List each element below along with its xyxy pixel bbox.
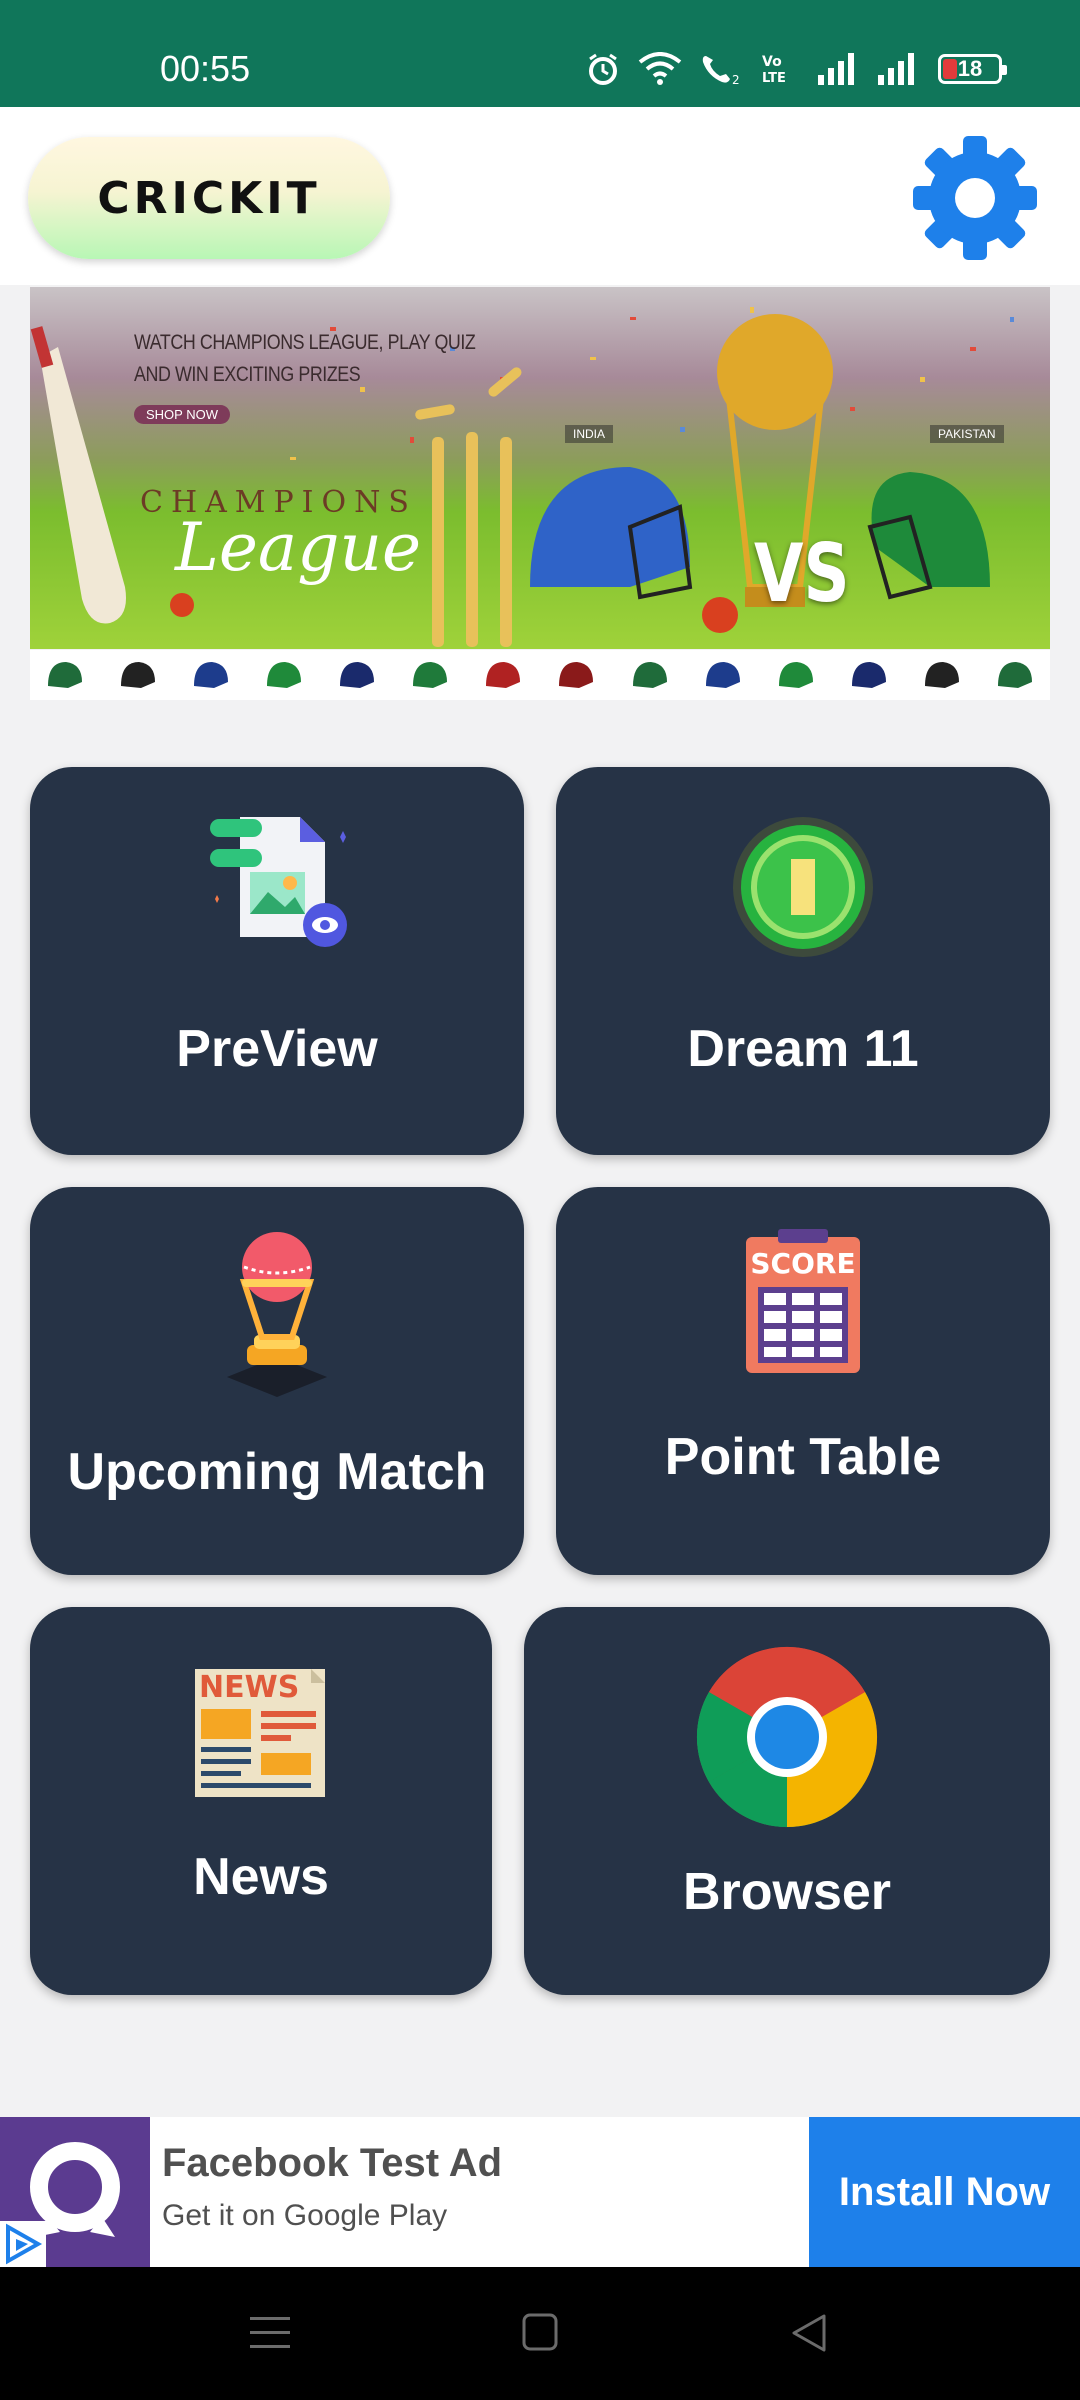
upcoming-match-card[interactable]: Upcoming Match [30,1187,524,1575]
menu-grid: PreView Dream 11 Upcoming Match SCORE Po… [0,705,1080,2117]
news-card[interactable]: NEWS News [30,1607,492,1995]
app-logo[interactable]: CRICKIT [28,137,390,259]
browser-card[interactable]: Browser [524,1607,1050,1995]
ad-subtitle: Get it on Google Play [162,2199,448,2232]
promo-banner[interactable]: WATCH CHAMPIONS LEAGUE, PLAY QUIZ AND WI… [30,287,1050,649]
point-table-label: Point Table [664,1428,942,1486]
news-word: NEWS [199,1670,299,1705]
news-label: News [193,1848,329,1906]
battery-level: 18 [957,56,983,81]
battery-fill [943,59,957,79]
team-left-label: INDIA [565,425,614,443]
helmet-icon [44,654,86,696]
preview-label: PreView [176,1020,378,1078]
helmet-icon [629,654,671,696]
helmet-icon [336,654,378,696]
document-preview-icon [210,817,347,947]
ad-choices-button[interactable] [0,2221,46,2267]
helmet-icon [482,654,524,696]
upcoming-match-label: Upcoming Match [67,1443,487,1501]
dream11-label: Dream 11 [687,1020,919,1078]
helmet-icon [775,654,817,696]
scoreboard-icon: SCORE [746,1229,860,1373]
svg-text:Vo: Vo [762,54,782,70]
wifi-calling-icon: 2 [700,52,744,86]
helmet-icon [190,654,232,696]
banner-line-1: WATCH CHAMPIONS LEAGUE, PLAY QUIZ [134,331,476,354]
status-icons: 2 Vo LTE 18 [586,52,1007,86]
score-word: SCORE [750,1247,855,1280]
helmet-icon [263,654,305,696]
ad-choices-icon [6,2223,43,2265]
trophy-icon [227,1232,327,1397]
banner-line-2: AND WIN EXCITING PRIZES [134,363,361,386]
cricket-pitch-icon [733,817,873,957]
preview-card[interactable]: PreView [30,767,524,1155]
helmet-icon [409,654,451,696]
gear-icon [913,136,1037,260]
back-icon[interactable] [790,2313,828,2353]
helmet-icon [848,654,890,696]
svg-text:LTE: LTE [762,71,786,86]
status-time: 00:55 [160,48,251,89]
shop-now-button[interactable]: SHOP NOW [134,405,230,424]
menu-icon[interactable] [250,2315,290,2351]
settings-button[interactable] [912,135,1038,261]
helmet-icon [555,654,597,696]
ad-banner[interactable]: Facebook Test Ad Get it on Google Play I… [0,2117,1080,2267]
volte-icon: Vo LTE [762,52,800,86]
browser-label: Browser [682,1863,892,1921]
chrome-icon [696,1646,878,1828]
helmet-icon [921,654,963,696]
battery-icon: 18 [938,54,1007,84]
point-table-card[interactable]: SCORE Point Table [556,1187,1050,1575]
wifi-icon [638,52,682,86]
newspaper-icon: NEWS [195,1669,325,1797]
signal-icon [818,53,860,85]
ad-title: Facebook Test Ad [162,2141,503,2185]
helmet-icon [994,654,1036,696]
banner-vs: VS [753,527,850,620]
signal-icon [878,53,920,85]
app-header: CRICKIT [0,107,1080,285]
status-bar: 00:55 2 Vo LTE 18 [0,0,1080,107]
install-now-button[interactable]: Install Now [809,2117,1080,2267]
team-right-label: PAKISTAN [930,425,1004,443]
team-helmet-strip [30,650,1050,700]
home-icon[interactable] [522,2313,558,2351]
helmet-icon [702,654,744,696]
system-nav-bar [0,2267,1080,2400]
helmet-icon [117,654,159,696]
dream11-card[interactable]: Dream 11 [556,767,1050,1155]
logo-text: CRICKIT [97,172,321,224]
svg-text:2: 2 [732,73,740,86]
banner-league: League [175,509,422,586]
banner-headline: WATCH CHAMPIONS LEAGUE, PLAY QUIZ AND WI… [134,327,476,391]
alarm-icon [586,52,620,86]
